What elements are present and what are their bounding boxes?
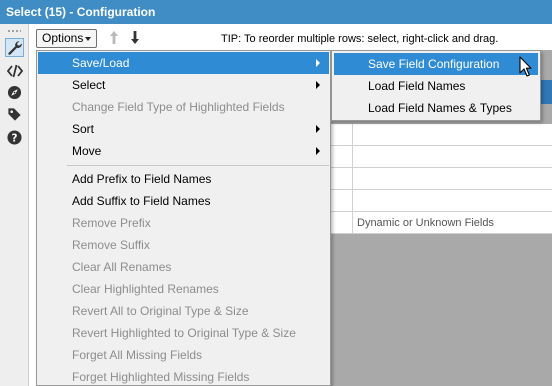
dynamic-fields-label: Dynamic or Unknown Fields <box>357 217 494 229</box>
menu-item-save-load[interactable]: Save/Load <box>38 52 329 74</box>
submenu-arrow-icon <box>316 147 320 155</box>
code-icon[interactable] <box>5 61 24 80</box>
menu-item-revert-all: Revert All to Original Type & Size <box>72 304 249 318</box>
menu-item-select[interactable]: Select <box>38 74 329 96</box>
table-row-dynamic[interactable]: Dynamic or Unknown Fields <box>329 212 552 234</box>
mouse-cursor-icon <box>519 56 532 80</box>
submenu-arrow-icon <box>316 125 320 133</box>
menu-item-remove-suffix: Remove Suffix <box>72 238 150 252</box>
tool-sidebar: ? <box>0 24 29 386</box>
grip-handle[interactable] <box>7 29 21 33</box>
options-label: Options <box>42 31 84 45</box>
menu-item-change-field-type: Change Field Type of Highlighted Fields <box>72 100 285 114</box>
menu-item-sort[interactable]: Sort <box>38 118 329 140</box>
window-title: Select (15) - Configuration <box>0 0 552 24</box>
table-row[interactable] <box>329 124 552 146</box>
menu-separator <box>67 165 329 166</box>
menu-item-clear-highlighted-renames: Clear Highlighted Renames <box>72 282 219 296</box>
tip-text: TIP: To reorder multiple rows: select, r… <box>221 33 499 45</box>
compass-icon[interactable] <box>5 83 24 102</box>
selected-row-sliver <box>541 80 552 104</box>
options-button[interactable]: Options <box>36 29 97 48</box>
submenu-arrow-icon <box>316 81 320 89</box>
table-row[interactable] <box>329 146 552 168</box>
options-menu: Save/Load Select Change Field Type of Hi… <box>36 50 331 386</box>
menu-item-remove-prefix: Remove Prefix <box>72 216 151 230</box>
menu-item-forget-highlighted-missing: Forget Highlighted Missing Fields <box>72 370 250 384</box>
menu-item-clear-all-renames: Clear All Renames <box>72 260 172 274</box>
chevron-down-icon <box>85 37 91 41</box>
table-row[interactable] <box>329 168 552 190</box>
menu-item-forget-all-missing: Forget All Missing Fields <box>72 348 203 362</box>
submenu-arrow-icon <box>316 59 320 67</box>
submenu-item-load-field-names-types[interactable]: Load Field Names & Types <box>334 97 538 119</box>
move-up-icon[interactable] <box>109 30 119 48</box>
menu-item-revert-highlighted: Revert Highlighted to Original Type & Si… <box>72 326 296 340</box>
save-load-submenu: Save Field Configuration Load Field Name… <box>331 50 541 121</box>
help-icon[interactable]: ? <box>5 128 24 147</box>
move-down-icon[interactable] <box>130 30 140 48</box>
menu-item-add-suffix[interactable]: Add Suffix to Field Names <box>38 190 329 212</box>
grid-rows: Dynamic or Unknown Fields <box>329 124 552 234</box>
menu-item-add-prefix[interactable]: Add Prefix to Field Names <box>38 168 329 190</box>
tag-icon[interactable] <box>5 105 24 124</box>
submenu-item-load-field-names[interactable]: Load Field Names <box>334 75 538 97</box>
menu-item-move[interactable]: Move <box>38 140 329 162</box>
wrench-icon[interactable] <box>5 38 24 57</box>
svg-text:?: ? <box>12 132 18 144</box>
table-row[interactable] <box>329 190 552 212</box>
submenu-item-save-field-configuration[interactable]: Save Field Configuration <box>334 53 538 75</box>
toolbar: Options TIP: To reorder multiple rows: s… <box>29 24 552 50</box>
